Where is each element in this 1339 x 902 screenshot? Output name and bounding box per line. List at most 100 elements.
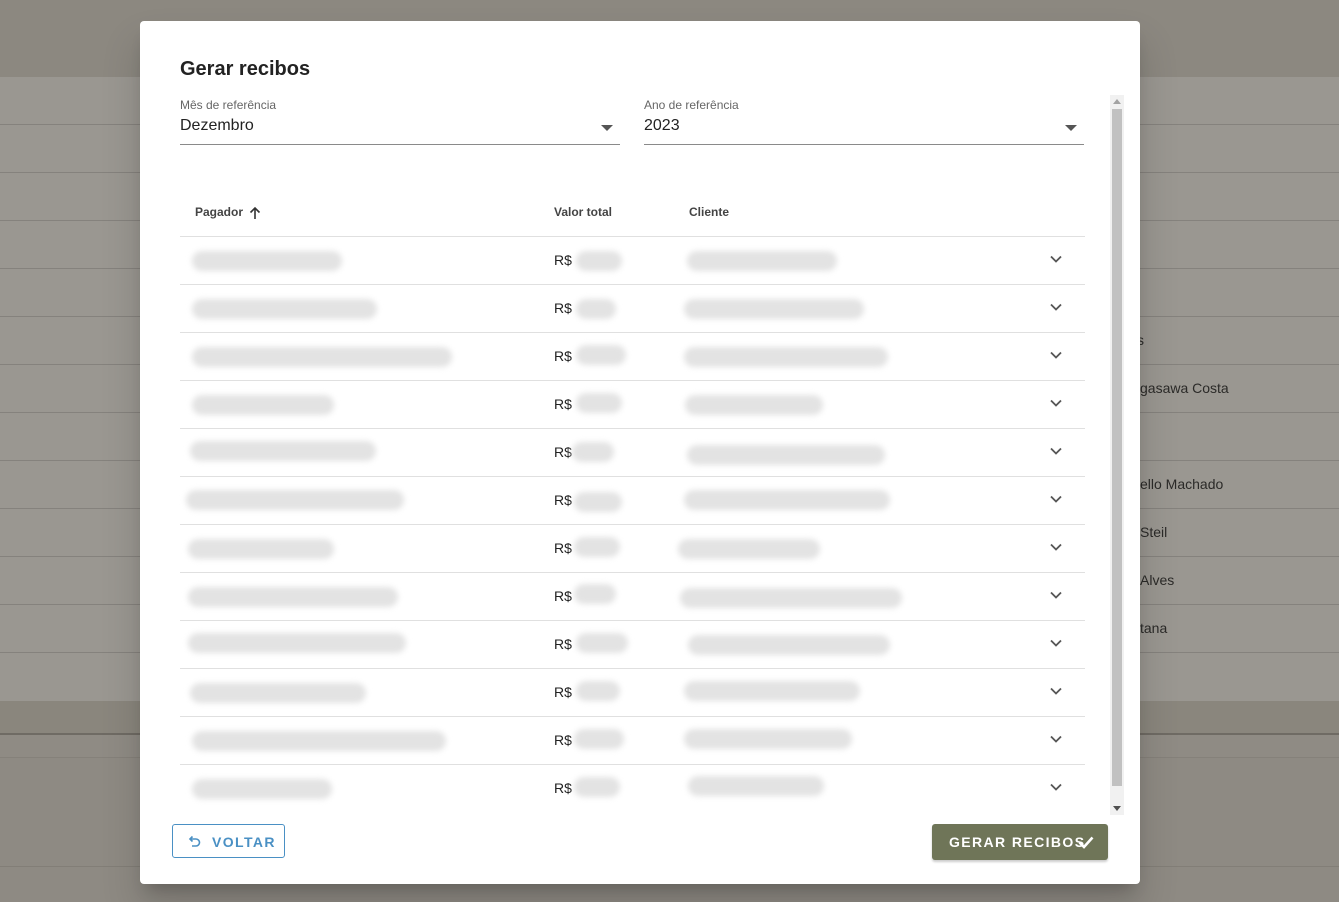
chevron-down-icon[interactable] [1049,492,1063,506]
chevron-down-icon[interactable] [1049,348,1063,362]
client-name-redacted [684,347,888,367]
header-payer-label: Pagador [195,205,244,219]
payer-name-redacted [188,587,398,607]
chevron-down-icon[interactable] [1049,540,1063,554]
background-cell: ello Machado [1140,476,1224,492]
table-row[interactable]: R$ [180,333,1085,381]
client-name-redacted [687,445,885,465]
year-select-label: Ano de referência [644,98,739,112]
month-select[interactable]: Mês de referência Dezembro [180,98,620,145]
dropdown-arrow-icon[interactable] [601,125,613,131]
payer-name-redacted [192,251,342,271]
client-name-redacted [680,588,902,608]
client-name-redacted [688,776,824,796]
amount-redacted [576,299,616,319]
month-select-value: Dezembro [180,117,254,134]
year-select-value: 2023 [644,117,680,134]
currency-label: R$ [554,732,572,748]
currency-label: R$ [554,444,572,460]
payer-name-redacted [192,779,332,799]
client-name-redacted [684,490,890,510]
amount-redacted [576,345,626,365]
chevron-down-icon[interactable] [1049,444,1063,458]
currency-label: R$ [554,780,572,796]
dialog-scrollbar[interactable] [1110,95,1124,815]
table-row[interactable]: R$ [180,525,1085,573]
table-row[interactable]: R$ [180,669,1085,717]
client-name-redacted [678,539,820,559]
currency-label: R$ [554,396,572,412]
payer-name-redacted [192,395,334,415]
generate-receipts-button[interactable]: GERAR RECIBOS [932,824,1108,860]
sort-ascending-icon[interactable] [248,206,262,220]
payer-name-redacted [190,683,366,703]
amount-redacted [576,251,622,271]
amount-redacted [574,537,620,557]
payer-name-redacted [192,347,452,367]
amount-redacted [572,442,614,462]
table-row[interactable]: R$ [180,285,1085,333]
currency-label: R$ [554,588,572,604]
scroll-down-arrow-icon[interactable] [1113,806,1121,811]
amount-redacted [576,681,620,701]
payer-name-redacted [190,441,376,461]
table-row[interactable]: R$ [180,717,1085,765]
payer-name-redacted [192,299,377,319]
payer-name-redacted [188,633,406,653]
table-row[interactable]: R$ [180,477,1085,525]
background-cell: tana [1140,620,1168,636]
scroll-up-arrow-icon[interactable] [1113,99,1121,104]
amount-redacted [574,584,616,604]
table-row[interactable]: R$ [180,621,1085,669]
background-cell: gasawa Costa [1140,380,1229,396]
back-button[interactable]: VOLTAR [172,824,285,858]
currency-label: R$ [554,252,572,268]
amount-redacted [574,492,622,512]
amount-redacted [574,729,624,749]
amount-redacted [576,393,622,413]
chevron-down-icon[interactable] [1049,780,1063,794]
month-select-label: Mês de referência [180,98,277,112]
chevron-down-icon[interactable] [1049,396,1063,410]
client-name-redacted [687,251,837,271]
chevron-down-icon[interactable] [1049,636,1063,650]
year-select[interactable]: Ano de referência 2023 [644,98,1084,145]
currency-label: R$ [554,492,572,508]
table-row[interactable]: R$ [180,381,1085,429]
table-row[interactable]: R$ [180,237,1085,285]
undo-icon [188,835,201,847]
table-row[interactable]: R$ [180,765,1085,812]
chevron-down-icon[interactable] [1049,252,1063,266]
table-row[interactable]: R$ [180,573,1085,621]
currency-label: R$ [554,300,572,316]
amount-redacted [574,777,620,797]
currency-label: R$ [554,348,572,364]
currency-label: R$ [554,684,572,700]
generate-receipts-button-label: GERAR RECIBOS [949,834,1086,850]
client-name-redacted [688,635,890,655]
client-name-redacted [685,395,823,415]
currency-label: R$ [554,540,572,556]
chevron-down-icon[interactable] [1049,684,1063,698]
amount-redacted [576,633,628,653]
chevron-down-icon[interactable] [1049,732,1063,746]
dialog-title: Gerar recibos [180,58,311,80]
header-total-value[interactable]: Valor total [554,205,612,219]
back-button-label: VOLTAR [212,834,276,850]
background-cell: Alves [1140,572,1175,588]
client-name-redacted [684,681,860,701]
chevron-down-icon[interactable] [1049,300,1063,314]
background-cell: Steil [1140,524,1168,540]
generate-receipts-dialog: Gerar recibos Mês de referência Dezembro… [140,21,1140,884]
header-payer[interactable]: Pagador [195,205,262,220]
payer-name-redacted [186,490,404,510]
scrollbar-thumb[interactable] [1112,109,1122,786]
client-name-redacted [684,299,864,319]
dropdown-arrow-icon[interactable] [1065,125,1077,131]
payer-name-redacted [188,539,334,559]
header-client[interactable]: Cliente [689,205,729,219]
table-row[interactable]: R$ [180,429,1085,477]
checkmark-icon [1078,836,1094,849]
chevron-down-icon[interactable] [1049,588,1063,602]
client-name-redacted [684,729,852,749]
